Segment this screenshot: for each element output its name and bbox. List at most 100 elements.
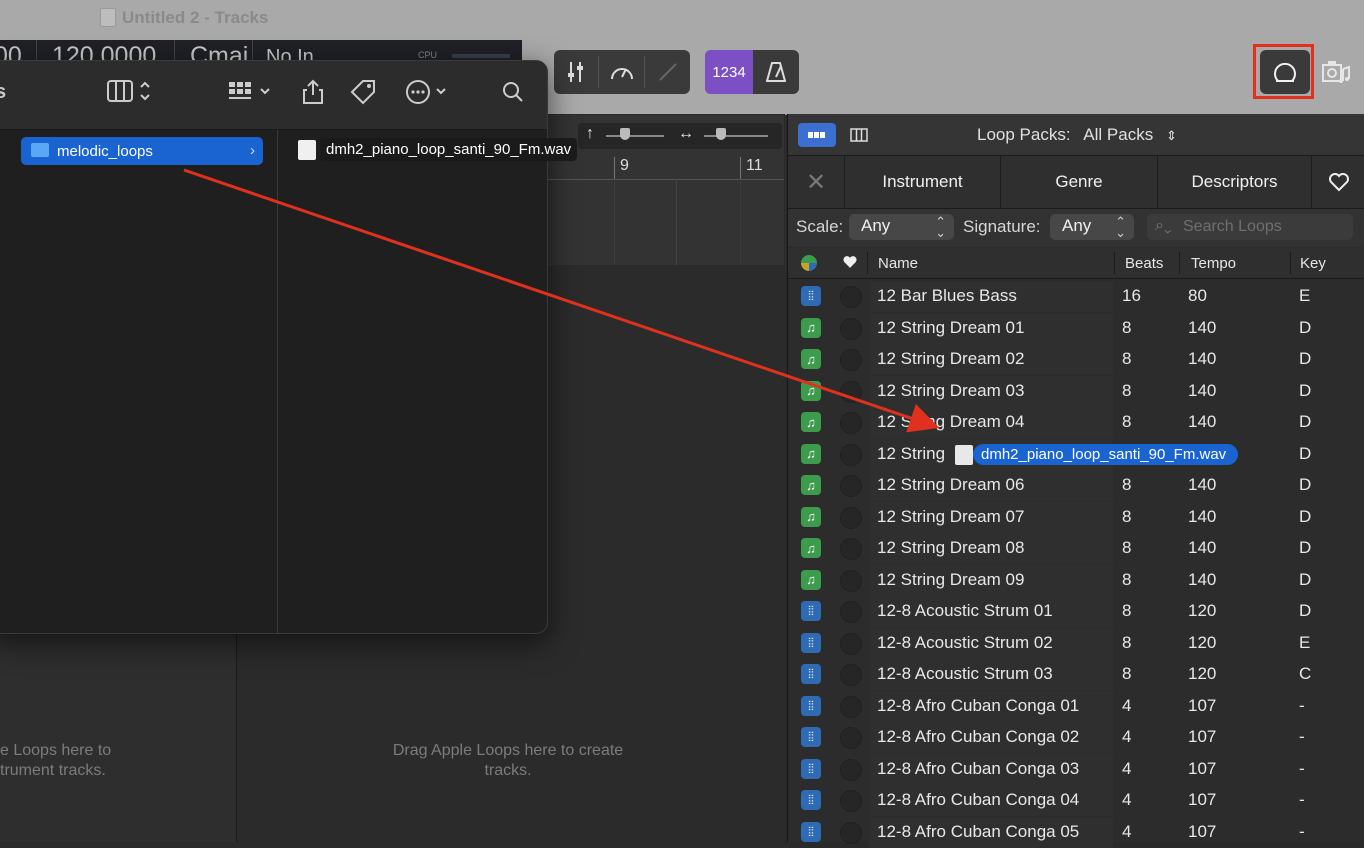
loop-beats: 8 xyxy=(1122,633,1131,653)
favorite-toggle[interactable] xyxy=(840,664,862,686)
count-in-button[interactable]: 1234 xyxy=(705,50,753,94)
loop-beats: 8 xyxy=(1122,507,1131,527)
loop-row[interactable]: ⦙⦙12-8 Afro Cuban Conga 044107- xyxy=(788,785,1364,817)
favorites-filter-button[interactable] xyxy=(1311,156,1364,208)
column-name[interactable]: Name xyxy=(878,255,918,272)
loop-key: - xyxy=(1299,759,1305,779)
horizontal-zoom-icon: ↔ xyxy=(678,125,694,143)
loop-row[interactable]: ⦙⦙12-8 Acoustic Strum 018120D xyxy=(788,596,1364,628)
mixer-button[interactable] xyxy=(554,50,598,94)
loop-row[interactable]: ♫12 String Dream 098140D xyxy=(788,565,1364,597)
favorite-column-icon[interactable] xyxy=(842,254,858,274)
loop-key: E xyxy=(1299,633,1310,653)
favorite-toggle[interactable] xyxy=(840,475,862,497)
signature-select[interactable]: Any ⌃⌄ xyxy=(1050,214,1134,240)
audio-loop-icon: ⦙⦙ xyxy=(801,664,821,684)
favorite-toggle[interactable] xyxy=(840,538,862,560)
cpu-meter xyxy=(452,54,510,58)
favorite-toggle[interactable] xyxy=(840,696,862,718)
chevron-right-icon: › xyxy=(250,142,255,159)
toolbar-divider xyxy=(644,56,645,88)
favorite-toggle[interactable] xyxy=(840,412,862,434)
column-view-icon[interactable] xyxy=(107,79,153,109)
favorite-toggle[interactable] xyxy=(840,790,862,812)
loop-type-icon[interactable] xyxy=(801,255,817,271)
smart-controls-button[interactable] xyxy=(600,50,644,94)
toolbar-metronome-group: 1234 xyxy=(705,50,799,94)
favorite-toggle[interactable] xyxy=(840,759,862,781)
ruler-area[interactable]: ↑ ↔ 9 11 xyxy=(548,115,784,265)
folder-item[interactable]: melodic_loops › xyxy=(21,137,263,165)
horizontal-zoom-slider[interactable] xyxy=(704,135,768,137)
favorite-toggle[interactable] xyxy=(840,381,862,403)
loop-packs-label: Loop Packs: xyxy=(977,125,1071,144)
audio-file-icon xyxy=(955,445,973,465)
loop-row[interactable]: ♫12 String Dream 028140D xyxy=(788,344,1364,376)
loop-row[interactable]: ⦙⦙12-8 Afro Cuban Conga 054107- xyxy=(788,817,1364,848)
loop-key: C xyxy=(1299,664,1311,684)
loop-row[interactable]: ⦙⦙12 Bar Blues Bass1680E xyxy=(788,281,1364,313)
loop-row[interactable]: ♫12 String Dream 048140D xyxy=(788,407,1364,439)
loop-row[interactable]: ⦙⦙12-8 Afro Cuban Conga 014107- xyxy=(788,691,1364,723)
favorite-toggle[interactable] xyxy=(840,601,862,623)
loop-key: - xyxy=(1299,696,1305,716)
loop-row[interactable]: ♫12 String Dream 018140D xyxy=(788,313,1364,345)
vertical-zoom-slider[interactable] xyxy=(606,135,664,137)
midi-loop-icon: ♫ xyxy=(801,318,821,338)
loop-row[interactable]: ⦙⦙12-8 Afro Cuban Conga 024107- xyxy=(788,722,1364,754)
column-view-toggle[interactable] xyxy=(840,123,878,147)
loop-row[interactable]: ⦙⦙12-8 Acoustic Strum 028120E xyxy=(788,628,1364,660)
loop-name: 12 String Dream 08 xyxy=(877,538,1024,558)
favorite-toggle[interactable] xyxy=(840,507,862,529)
filter-descriptors[interactable]: Descriptors xyxy=(1157,156,1311,208)
audio-loop-icon: ⦙⦙ xyxy=(801,286,821,306)
column-key[interactable]: Key xyxy=(1300,255,1326,272)
favorite-toggle[interactable] xyxy=(840,633,862,655)
group-view-icon[interactable] xyxy=(227,79,277,109)
loop-row[interactable]: ♫12 String Dream 078140D xyxy=(788,502,1364,534)
favorite-toggle[interactable] xyxy=(840,822,862,844)
filter-genre[interactable]: Genre xyxy=(1000,156,1157,208)
document-icon xyxy=(100,8,116,27)
toolbar-view-group xyxy=(554,50,690,94)
loop-row[interactable]: ⦙⦙12-8 Acoustic Strum 038120C xyxy=(788,659,1364,691)
loop-key: D xyxy=(1299,381,1311,401)
slider-knob[interactable] xyxy=(620,128,630,140)
favorite-toggle[interactable] xyxy=(840,727,862,749)
loop-name: 12 String Dream 04 xyxy=(877,412,1024,432)
scale-select[interactable]: Any ⌃⌄ xyxy=(849,214,954,240)
slider-knob[interactable] xyxy=(716,128,726,140)
column-tempo[interactable]: Tempo xyxy=(1191,255,1236,272)
favorite-toggle[interactable] xyxy=(840,286,862,308)
column-beats[interactable]: Beats xyxy=(1125,255,1163,272)
filter-instrument[interactable]: Instrument xyxy=(844,156,1000,208)
metronome-button[interactable] xyxy=(753,50,799,94)
loop-row[interactable]: ♫12 String Dream 088140D xyxy=(788,533,1364,565)
loop-beats: 8 xyxy=(1122,412,1131,432)
audio-loop-icon: ⦙⦙ xyxy=(801,601,821,621)
favorite-toggle[interactable] xyxy=(840,349,862,371)
tag-icon[interactable] xyxy=(349,79,377,111)
loop-packs-selector[interactable]: Loop Packs: All Packs ⇕ xyxy=(977,125,1177,145)
loop-beats: 8 xyxy=(1122,664,1131,684)
loop-row[interactable]: ⦙⦙12-8 Afro Cuban Conga 034107- xyxy=(788,754,1364,786)
loop-name: 12 String Dream 03 xyxy=(877,381,1024,401)
favorite-toggle[interactable] xyxy=(840,444,862,466)
button-view-toggle[interactable] xyxy=(798,123,836,147)
loop-row[interactable]: ♫12 String Dream 038140D xyxy=(788,376,1364,408)
midi-loop-icon: ♫ xyxy=(801,475,821,495)
loop-row[interactable]: ♫12 String Dream 068140D xyxy=(788,470,1364,502)
browsers-button[interactable] xyxy=(1316,50,1356,94)
search-icon[interactable] xyxy=(501,79,525,111)
reset-filter-button[interactable]: ✕ xyxy=(788,156,844,208)
updown-chevron-icon: ⌃⌄ xyxy=(935,216,946,238)
search-placeholder: Search Loops xyxy=(1183,218,1282,236)
editors-button[interactable] xyxy=(646,50,690,94)
search-loops-field[interactable]: ⌕⌄ Search Loops xyxy=(1147,214,1353,240)
more-actions-icon[interactable] xyxy=(405,79,451,111)
scissors-pen-icon xyxy=(657,61,679,83)
favorite-toggle[interactable] xyxy=(840,318,862,340)
favorite-toggle[interactable] xyxy=(840,570,862,592)
column-divider xyxy=(1114,252,1115,274)
share-icon[interactable] xyxy=(301,79,325,111)
